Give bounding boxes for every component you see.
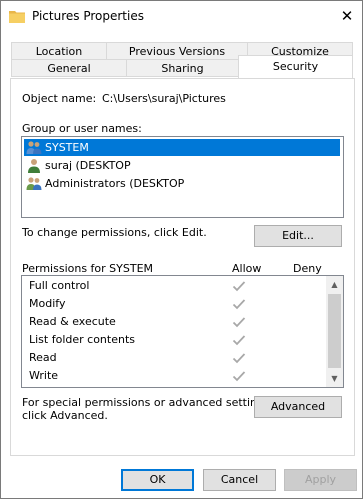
object-name-label: Object name:	[22, 92, 97, 105]
advanced-button[interactable]: Advanced	[254, 396, 342, 418]
user-list[interactable]: SYSTEM suraj (DESKTOP Administrators (DE…	[21, 136, 344, 218]
users-group-icon	[26, 141, 42, 154]
list-item[interactable]: Administrators (DESKTOP	[24, 175, 340, 192]
permission-name: Read & execute	[29, 315, 116, 328]
tab-sharing[interactable]: Sharing	[126, 59, 239, 77]
tab-general[interactable]: General	[11, 59, 127, 77]
allow-column-header: Allow	[232, 262, 262, 275]
scroll-down-icon[interactable]: ▼	[326, 370, 343, 387]
scroll-up-icon[interactable]: ▲	[326, 276, 343, 293]
permission-name: List folder contents	[29, 333, 135, 346]
permission-name: Modify	[29, 297, 66, 310]
list-item: Read & execute	[22, 313, 322, 331]
list-item: Write	[22, 367, 322, 385]
title-bar[interactable]: Pictures Properties ✕	[1, 1, 362, 31]
list-item[interactable]: SYSTEM	[24, 139, 340, 156]
tab-previous-versions[interactable]: Previous Versions	[106, 42, 248, 60]
list-item: Read	[22, 349, 322, 367]
user-name: Administrators (DESKTOP	[45, 177, 185, 190]
deny-column-header: Deny	[293, 262, 322, 275]
permissions-scrollbar[interactable]: ▲ ▼	[326, 276, 343, 387]
object-name-value: C:\Users\suraj\Pictures	[102, 92, 226, 105]
cancel-button[interactable]: Cancel	[203, 469, 276, 491]
special-permissions-hint: For special permissions or advanced sett…	[22, 396, 274, 409]
permission-name: Full control	[29, 279, 90, 292]
change-permissions-hint: To change permissions, click Edit.	[22, 226, 207, 239]
permissions-for-label: Permissions for SYSTEM	[22, 262, 154, 275]
user-name: suraj (DESKTOP	[45, 159, 131, 172]
allow-check-icon	[232, 281, 246, 292]
security-panel: Object name: C:\Users\suraj\Pictures Gro…	[10, 78, 355, 456]
list-item: Full control	[22, 277, 322, 295]
properties-dialog: Pictures Properties ✕ Location Previous …	[0, 0, 363, 499]
list-item: Modify	[22, 295, 322, 313]
group-or-user-names-label: Group or user names:	[22, 122, 142, 135]
ok-button[interactable]: OK	[121, 469, 194, 491]
scroll-thumb[interactable]	[328, 294, 341, 368]
user-name: SYSTEM	[45, 141, 89, 154]
permission-name: Write	[29, 369, 59, 382]
allow-check-icon	[232, 353, 246, 364]
user-icon	[28, 159, 40, 173]
allow-check-icon	[232, 299, 246, 310]
tab-location[interactable]: Location	[11, 42, 107, 60]
edit-button[interactable]: Edit...	[254, 225, 342, 247]
list-item[interactable]: suraj (DESKTOP	[24, 157, 340, 174]
allow-check-icon	[232, 317, 246, 328]
tab-security[interactable]: Security	[238, 55, 353, 78]
close-button[interactable]: ✕	[334, 3, 360, 29]
permission-name: Read	[29, 351, 57, 364]
users-group-icon	[26, 177, 42, 190]
window-title: Pictures Properties	[32, 9, 144, 23]
list-item: List folder contents	[22, 331, 322, 349]
folder-icon	[9, 11, 25, 23]
allow-check-icon	[232, 371, 246, 382]
special-permissions-hint-line2: click Advanced.	[22, 409, 108, 422]
permissions-list[interactable]: Full control Modify Read & execute List …	[21, 275, 344, 388]
allow-check-icon	[232, 335, 246, 346]
apply-button[interactable]: Apply	[284, 469, 357, 491]
tab-strip: Location Previous Versions Customize Gen…	[1, 39, 362, 79]
